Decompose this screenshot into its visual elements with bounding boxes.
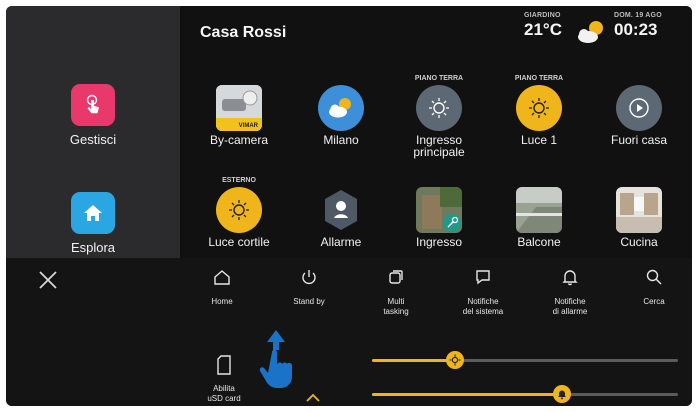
weather-status[interactable]: GIARDINO 21°C: [524, 12, 562, 40]
page-title: Casa Rossi: [200, 24, 287, 41]
sidebar: Gestisci Esplora: [6, 6, 180, 258]
sd-card-icon: [217, 355, 231, 375]
partly-cloudy-icon: [574, 18, 608, 51]
vimar-badge: VIMAR: [238, 123, 258, 129]
weather-place: GIARDINO: [524, 12, 561, 19]
tile-milano[interactable]: Milano: [296, 74, 386, 146]
expand-button[interactable]: [305, 390, 321, 406]
home-icon: [71, 192, 115, 234]
tile-fuori-casa[interactable]: Fuori casa: [594, 74, 684, 146]
sidebar-item-label: Esplora: [70, 240, 116, 255]
volume-knob[interactable]: [553, 385, 571, 403]
chevron-up-icon: [306, 393, 320, 402]
brightness-slider[interactable]: [372, 351, 678, 369]
search-icon: [646, 269, 662, 285]
temperature: 21°C: [524, 20, 562, 39]
bell-icon: [562, 270, 578, 286]
balcony-photo: [516, 187, 562, 233]
stand-by-button[interactable]: Stand by: [269, 268, 349, 307]
alarm-notifications-button[interactable]: Notifiche di allarme: [530, 268, 610, 317]
tile-luce-1[interactable]: PIANO TERRA Luce 1: [494, 74, 584, 146]
tile-luce-cortile[interactable]: ESTERNO Luce cortile: [194, 176, 284, 248]
tile-allarme[interactable]: Allarme: [296, 176, 386, 248]
screen: Gestisci Esplora Casa Rossi GIARDINO 21°…: [6, 6, 692, 406]
brightness-knob[interactable]: [446, 351, 464, 369]
touch-hand-icon: [71, 84, 115, 126]
alarm-shield-icon: [318, 187, 364, 233]
kitchen-photo: [616, 187, 662, 233]
search-button[interactable]: Cerca: [614, 268, 692, 307]
multitasking-button[interactable]: Multi tasking: [356, 268, 436, 317]
home-outline-icon: [214, 270, 230, 285]
date: DOM. 19 AGO: [614, 12, 662, 19]
home-button[interactable]: Home: [182, 268, 262, 307]
bulb-icon: [416, 85, 462, 131]
brightness-icon: [449, 354, 461, 366]
tile-by-camera[interactable]: VIMAR By-camera: [194, 74, 284, 146]
bulb-icon: [516, 85, 562, 131]
tile-ingresso-principale[interactable]: PIANO TERRA Ingresso principale: [394, 74, 484, 158]
close-button[interactable]: [38, 270, 58, 295]
volume-fill: [372, 393, 562, 396]
multitasking-icon: [389, 270, 403, 284]
volume-slider[interactable]: [372, 385, 678, 403]
tile-balcone[interactable]: Balcone: [494, 176, 584, 248]
chat-bubble-icon: [476, 270, 490, 285]
by-camera-icon: VIMAR: [216, 85, 262, 131]
system-notifications-button[interactable]: Notifiche del sistema: [443, 268, 523, 317]
door-key-photo: [416, 187, 462, 233]
tile-ingresso[interactable]: Ingresso: [394, 176, 484, 248]
close-icon: [39, 271, 57, 289]
date-time: DOM. 19 AGO 00:23: [614, 12, 662, 40]
clock: 00:23: [614, 20, 658, 39]
weather-icon: [318, 85, 364, 131]
quick-panel: Home Stand by Multi tasking Notifiche de…: [6, 258, 692, 406]
bell-icon: [558, 390, 566, 400]
pointer-hand-icon: [256, 328, 300, 395]
bulb-icon: [216, 187, 262, 233]
sidebar-item-label: Gestisci: [69, 132, 117, 147]
power-icon: [302, 270, 316, 285]
sidebar-item-gestisci[interactable]: Gestisci: [6, 84, 180, 147]
tile-cucina[interactable]: Cucina: [594, 176, 684, 248]
main-area: Casa Rossi GIARDINO 21°C DOM. 19 AGO 00:…: [180, 6, 692, 258]
scenario-play-icon: [616, 85, 662, 131]
sidebar-item-esplora[interactable]: Esplora: [6, 192, 180, 255]
brightness-fill: [372, 359, 455, 362]
sd-card-button[interactable]: Abilita uSD card: [202, 354, 246, 404]
